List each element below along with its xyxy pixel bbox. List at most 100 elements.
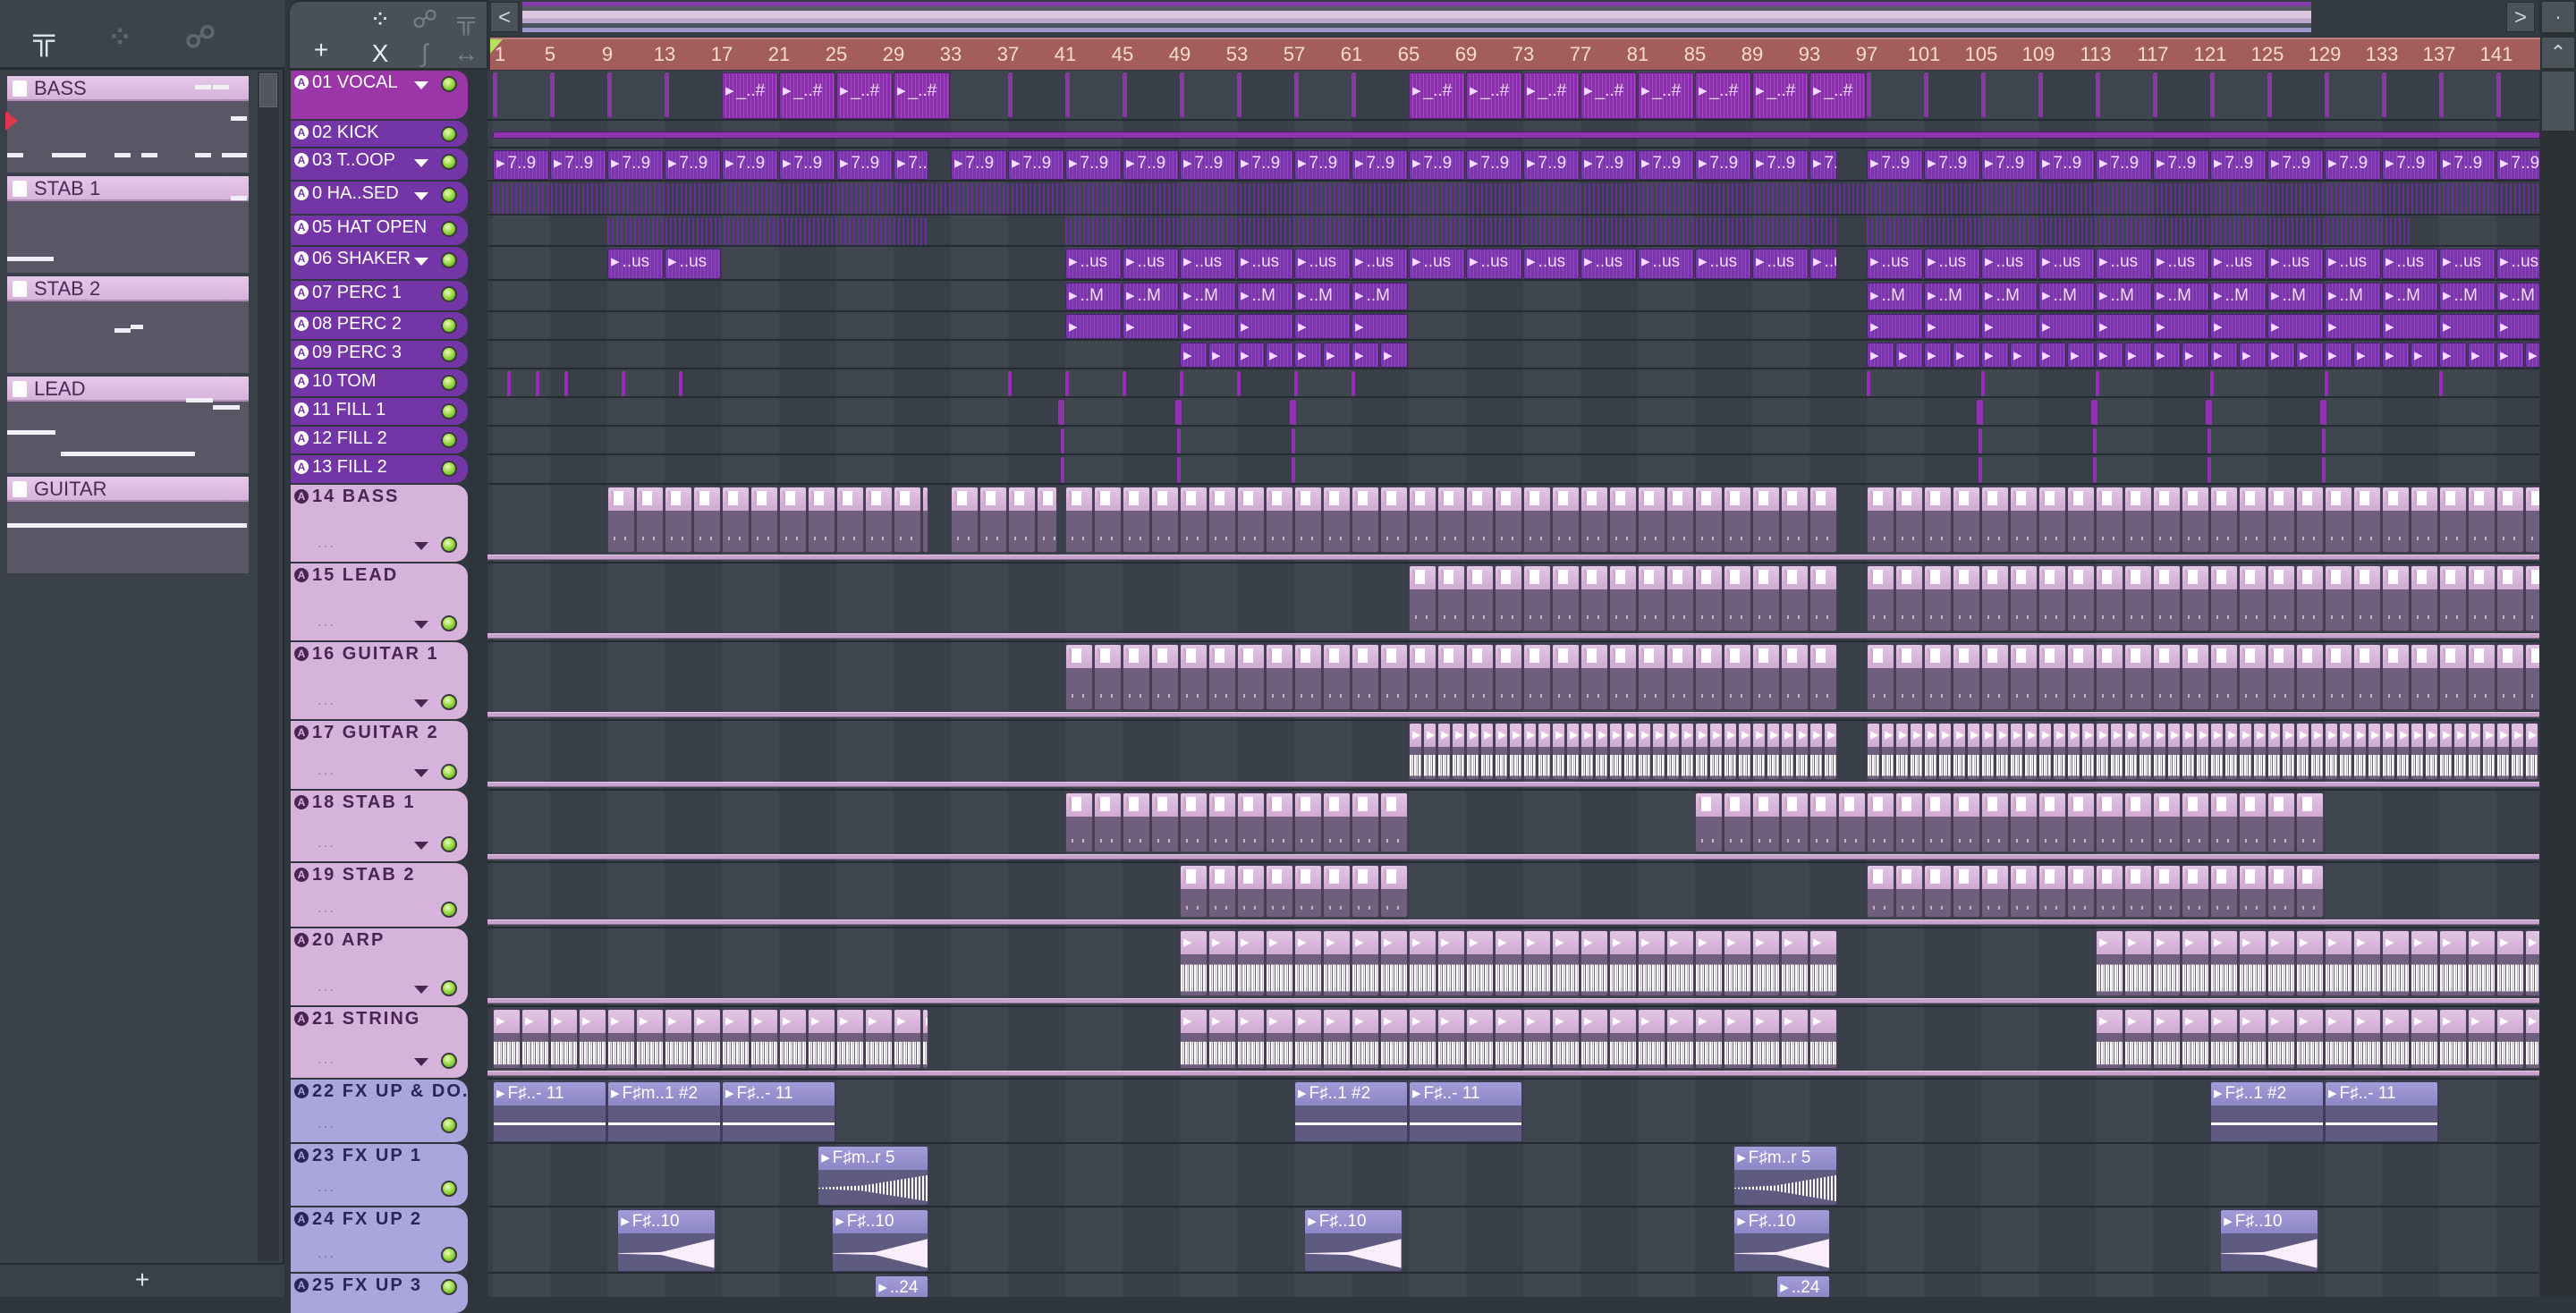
- clip[interactable]: [894, 487, 921, 553]
- clip[interactable]: ▸ _..#: [836, 72, 893, 119]
- clip-marker[interactable]: [1123, 72, 1127, 117]
- clip[interactable]: ▸ F♯..10: [1733, 1209, 1830, 1272]
- playhead-marker[interactable]: [490, 39, 503, 54]
- clip[interactable]: [2239, 792, 2267, 852]
- clip[interactable]: [1237, 644, 1265, 710]
- clip[interactable]: [2092, 428, 2097, 453]
- clip[interactable]: [1867, 644, 1894, 710]
- clip[interactable]: ▸: [2253, 723, 2267, 780]
- clip[interactable]: ▸: [1981, 343, 2009, 368]
- clip[interactable]: [1123, 371, 1126, 396]
- clip[interactable]: ▸: [2496, 723, 2510, 780]
- clip[interactable]: ▸ ..M: [2496, 283, 2539, 310]
- clip[interactable]: ▸: [1437, 723, 1451, 780]
- clip[interactable]: [2207, 428, 2211, 453]
- clip[interactable]: ▸: [1595, 723, 1608, 780]
- track-enable-led[interactable]: [441, 461, 457, 477]
- clip[interactable]: [1180, 644, 1208, 710]
- clip[interactable]: [2124, 792, 2152, 852]
- clip[interactable]: ▸: [1180, 343, 1208, 368]
- clip[interactable]: ▸: [2224, 723, 2238, 780]
- track-row[interactable]: [487, 182, 2539, 216]
- track-header[interactable]: A 18 STAB 1 ···: [291, 791, 468, 861]
- clip[interactable]: ▸ ..M: [1352, 283, 1408, 310]
- picker-item[interactable]: STAB 2: [7, 276, 249, 373]
- clip[interactable]: [1609, 565, 1637, 631]
- clip[interactable]: [2010, 865, 2038, 918]
- clip[interactable]: ▸: [1609, 723, 1623, 780]
- clip[interactable]: ▸: [493, 1009, 521, 1069]
- track-enable-led[interactable]: [441, 346, 457, 362]
- clip[interactable]: [536, 371, 539, 396]
- dropdown-arrow-icon[interactable]: [414, 621, 428, 629]
- clip[interactable]: ▸..us: [1809, 249, 1837, 279]
- clip[interactable]: [1291, 457, 1295, 483]
- clip[interactable]: ▸: [1638, 1009, 1665, 1069]
- clip[interactable]: [1294, 644, 1322, 710]
- clip[interactable]: [1981, 371, 1985, 396]
- clip[interactable]: ▸: [1180, 1009, 1208, 1069]
- clip[interactable]: ▸: [2525, 930, 2539, 996]
- clip[interactable]: [1523, 487, 1551, 553]
- clip[interactable]: [665, 487, 692, 553]
- clip[interactable]: ▸: [521, 1009, 549, 1069]
- vertical-scroll-thumb[interactable]: [2542, 72, 2574, 131]
- clip[interactable]: ▸ _..#: [779, 72, 835, 119]
- clip[interactable]: ▸: [2325, 1009, 2352, 1069]
- clip[interactable]: ▸..us: [1580, 249, 1637, 279]
- clip[interactable]: ▸..us: [1237, 249, 1293, 279]
- track-enable-led[interactable]: [441, 76, 457, 92]
- clip[interactable]: ▸: [2239, 1009, 2267, 1069]
- clip[interactable]: [1953, 792, 1980, 852]
- clip[interactable]: [2382, 644, 2410, 710]
- clip[interactable]: [1838, 792, 1866, 852]
- clip[interactable]: ▸: [2096, 343, 2123, 368]
- clip[interactable]: ▸: [2482, 723, 2496, 780]
- picker-item-header[interactable]: STAB 2: [7, 276, 249, 301]
- clip[interactable]: [2038, 865, 2066, 918]
- clip[interactable]: [1809, 792, 1837, 852]
- clip[interactable]: [2321, 457, 2326, 483]
- clip[interactable]: [1495, 644, 1522, 710]
- automation-clip-icon[interactable]: ☍: [402, 4, 447, 36]
- clip[interactable]: ▸: [1981, 314, 2038, 339]
- clip[interactable]: [2207, 457, 2211, 483]
- clip[interactable]: ▸: [2153, 723, 2166, 780]
- clip[interactable]: ▸7..9: [722, 150, 778, 180]
- playlist-overview[interactable]: < >: [490, 0, 2538, 36]
- clip[interactable]: ▸7..9: [2096, 150, 2152, 180]
- clip[interactable]: [2525, 565, 2539, 631]
- clip[interactable]: [1175, 400, 1182, 425]
- track-row[interactable]: [487, 121, 2539, 148]
- clip[interactable]: ▸7..9: [951, 150, 1007, 180]
- clip[interactable]: [2496, 565, 2524, 631]
- clip[interactable]: ▸7..9: [607, 150, 664, 180]
- clip[interactable]: [808, 487, 835, 553]
- clip[interactable]: ▸..us: [1981, 249, 2038, 279]
- clip[interactable]: ▸7..9: [2153, 150, 2209, 180]
- clip[interactable]: [1151, 644, 1179, 710]
- clip[interactable]: [1867, 487, 1894, 553]
- clip[interactable]: ▸: [1237, 1009, 1265, 1069]
- track-row[interactable]: ▸ F♯m..r 5 ▸ F♯m..r 5: [487, 1144, 2539, 1207]
- clip[interactable]: ▸: [1609, 1009, 1637, 1069]
- clip-marker[interactable]: [2439, 72, 2444, 117]
- clip[interactable]: ▸ F♯m..1 #2: [607, 1081, 721, 1142]
- clip[interactable]: ▸: [579, 1009, 606, 1069]
- track-enable-led[interactable]: [441, 375, 457, 391]
- clip[interactable]: ▸7..9: [1008, 150, 1064, 180]
- clip[interactable]: ▸ _..#: [1695, 72, 1751, 119]
- dropdown-arrow-icon[interactable]: [414, 842, 428, 850]
- clip[interactable]: [1638, 487, 1665, 553]
- arrows-icon[interactable]: ↔: [444, 38, 488, 70]
- clip[interactable]: [2092, 457, 2097, 483]
- clip[interactable]: ▸: [2382, 314, 2438, 339]
- track-header[interactable]: A 09 PERC 3: [291, 341, 468, 368]
- clip[interactable]: ▸: [1738, 723, 1751, 780]
- clip[interactable]: [1638, 565, 1665, 631]
- clip[interactable]: [1695, 792, 1723, 852]
- clip[interactable]: ▸..us: [2038, 249, 2095, 279]
- clip[interactable]: [1380, 865, 1408, 918]
- clip[interactable]: [1666, 644, 1694, 710]
- clip[interactable]: [1695, 644, 1723, 710]
